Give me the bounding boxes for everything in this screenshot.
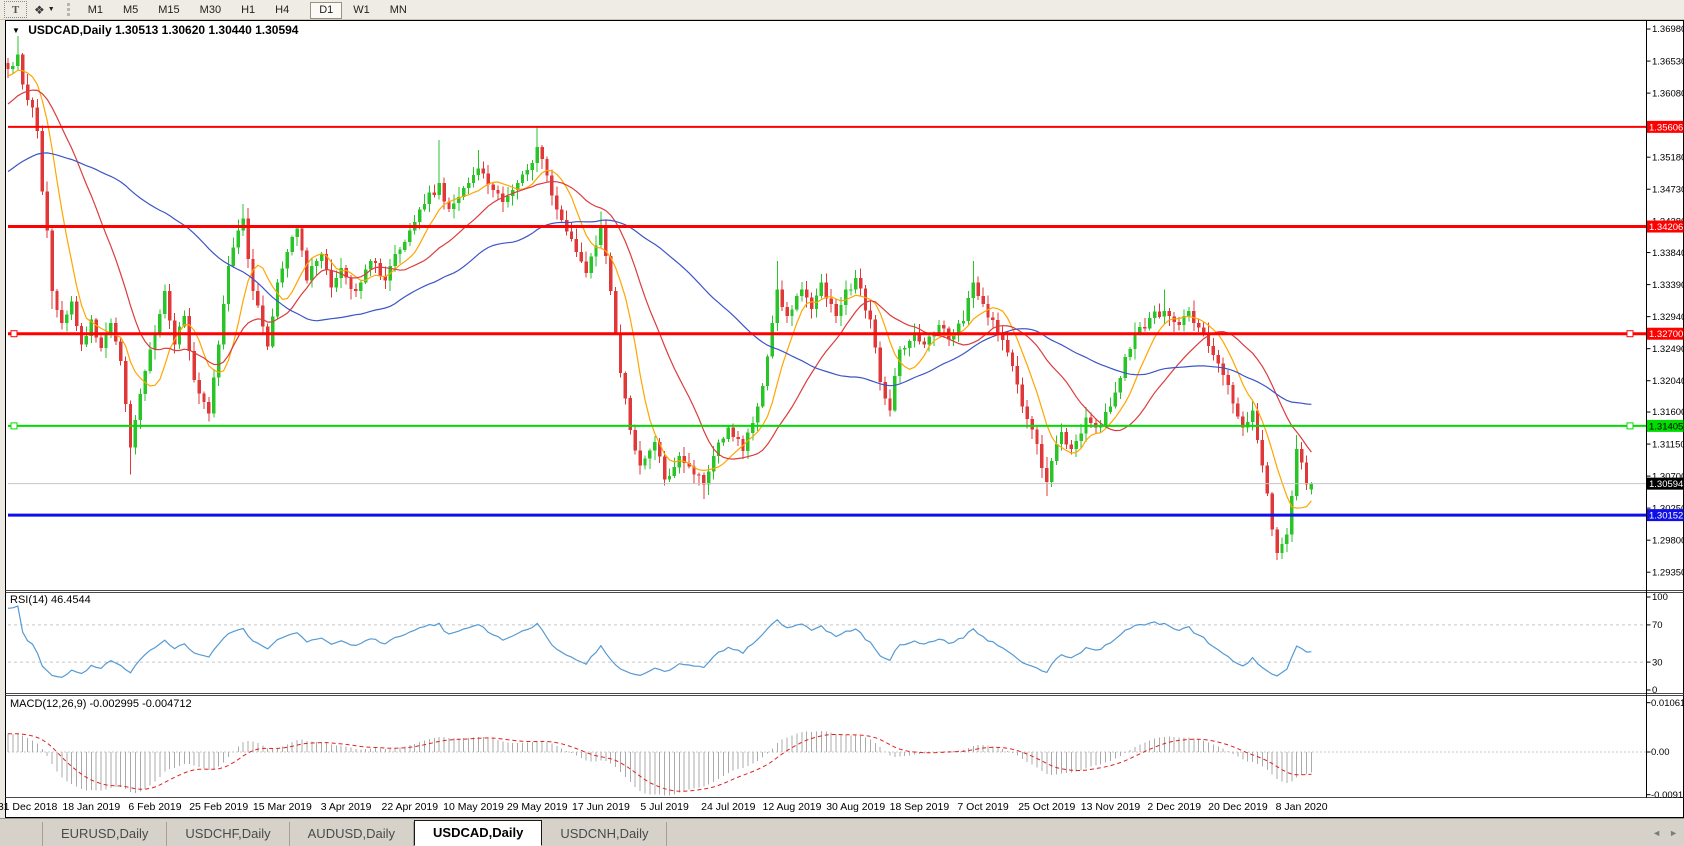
date-label: 13 Nov 2019 <box>1081 801 1141 813</box>
svg-text:1.33840: 1.33840 <box>1652 248 1684 259</box>
svg-text:0.010615: 0.010615 <box>1651 698 1684 709</box>
date-label: 30 Aug 2019 <box>826 801 885 813</box>
date-label: 10 May 2019 <box>443 801 504 813</box>
svg-text:1.29350: 1.29350 <box>1652 567 1684 578</box>
svg-text:1.36080: 1.36080 <box>1652 88 1684 99</box>
macd-indicator-label: MACD(12,26,9) -0.002995 -0.004712 <box>10 698 192 710</box>
svg-text:1.32040: 1.32040 <box>1652 376 1684 387</box>
tab-usdcad[interactable]: USDCAD,Daily <box>414 820 542 846</box>
date-label: 3 Apr 2019 <box>321 801 372 813</box>
svg-text:0: 0 <box>1652 685 1657 696</box>
date-label: 2 Dec 2019 <box>1147 801 1201 813</box>
timeframe-toolbar: M1M5M15M30H1H4 D1W1MN <box>78 0 427 19</box>
timeframe-button-h4[interactable]: H4 <box>266 2 298 19</box>
svg-text:-0.009181: -0.009181 <box>1651 790 1684 801</box>
date-label: 29 May 2019 <box>507 801 568 813</box>
date-label: 31 Dec 2018 <box>0 801 57 813</box>
tab-usdchf[interactable]: USDCHF,Daily <box>167 822 289 846</box>
arrange-windows-button[interactable]: ❖ ▼ <box>31 1 58 18</box>
date-label: 20 Dec 2019 <box>1208 801 1268 813</box>
svg-text:1.34730: 1.34730 <box>1652 184 1684 195</box>
date-label: 15 Mar 2019 <box>253 801 312 813</box>
svg-text:70: 70 <box>1652 620 1663 631</box>
timeframe-button-mn[interactable]: MN <box>381 2 416 19</box>
timeframe-button-m30[interactable]: M30 <box>191 2 230 19</box>
arrange-icon: ❖ <box>34 3 45 17</box>
svg-text:1.33390: 1.33390 <box>1652 280 1684 291</box>
date-label: 25 Feb 2019 <box>189 801 248 813</box>
svg-text:0.00: 0.00 <box>1651 747 1670 758</box>
timeframe-button-d1[interactable]: D1 <box>310 2 342 19</box>
date-label: 18 Sep 2019 <box>890 801 950 813</box>
rsi-indicator-label: RSI(14) 46.4544 <box>10 594 91 606</box>
svg-text:100: 100 <box>1652 592 1668 603</box>
date-label: 18 Jan 2019 <box>62 801 120 813</box>
date-label: 24 Jul 2019 <box>701 801 755 813</box>
date-label: 7 Oct 2019 <box>957 801 1008 813</box>
hline-handle[interactable] <box>11 331 17 337</box>
date-label: 17 Jun 2019 <box>572 801 630 813</box>
hline-handle[interactable] <box>1627 423 1633 429</box>
svg-text:1.31600: 1.31600 <box>1652 407 1684 418</box>
ohlc-values: 1.30513 1.30620 1.30440 1.30594 <box>115 23 299 37</box>
tab-audusd[interactable]: AUDUSD,Daily <box>290 822 414 846</box>
toolbar-grip <box>67 3 73 16</box>
svg-text:1.36530: 1.36530 <box>1652 56 1684 67</box>
price-label-1.35606-text: 1.35606 <box>1649 122 1683 133</box>
timeframe-button-h1[interactable]: H1 <box>232 2 264 19</box>
svg-text:1.35180: 1.35180 <box>1652 152 1684 163</box>
svg-text:1.29800: 1.29800 <box>1652 535 1684 546</box>
dropdown-caret-icon: ▼ <box>48 6 55 13</box>
svg-text:1.36980: 1.36980 <box>1652 24 1684 35</box>
chart-window-frame <box>6 21 1684 818</box>
chart-tab-bar: EURUSD,DailyUSDCHF,DailyAUDUSD,DailyUSDC… <box>0 818 1684 846</box>
timeframe-button-w1[interactable]: W1 <box>344 2 379 19</box>
chart-title: ▼ USDCAD,Daily 1.30513 1.30620 1.30440 1… <box>12 23 298 37</box>
tab-usdcnh[interactable]: USDCNH,Daily <box>542 822 667 846</box>
bid-price-label-text: 1.30594 <box>1649 479 1683 490</box>
main-toolbar: T ❖ ▼ M1M5M15M30H1H4 D1W1MN <box>0 0 1684 20</box>
price-label-1.30152-text: 1.30152 <box>1649 511 1683 522</box>
svg-text:1.31150: 1.31150 <box>1652 439 1684 450</box>
price-chart[interactable]: 1.369801.365301.360801.356301.351801.347… <box>0 0 1684 846</box>
date-label: 22 Apr 2019 <box>381 801 438 813</box>
date-label: 6 Feb 2019 <box>128 801 181 813</box>
tab-scroll-left-button[interactable]: ◄ <box>1652 828 1661 838</box>
date-axis: 31 Dec 2018 18 Jan 2019 6 Feb 2019 25 Feb 2… <box>0 799 1646 816</box>
svg-text:1.32940: 1.32940 <box>1652 312 1684 323</box>
tab-eurusd[interactable]: EURUSD,Daily <box>42 822 167 846</box>
text-tool-button[interactable]: T <box>4 1 27 18</box>
hline-handle[interactable] <box>11 423 17 429</box>
date-label: 25 Oct 2019 <box>1018 801 1075 813</box>
trading-terminal: { "icons": { "collapse_arrow": "▼", "tex… <box>0 0 1684 846</box>
timeframe-button-m15[interactable]: M15 <box>149 2 188 19</box>
hline-handle[interactable] <box>1627 331 1633 337</box>
date-label: 5 Jul 2019 <box>640 801 688 813</box>
price-label-1.34206-text: 1.34206 <box>1649 222 1683 233</box>
price-label-1.31405-text: 1.31405 <box>1649 421 1683 432</box>
collapse-arrow-icon: ▼ <box>12 26 20 35</box>
svg-text:30: 30 <box>1652 657 1663 668</box>
timeframe-button-m5[interactable]: M5 <box>114 2 147 19</box>
symbol-label: USDCAD,Daily <box>28 23 111 37</box>
price-label-1.32700-text: 1.32700 <box>1649 329 1683 340</box>
tab-scroll-right-button[interactable]: ► <box>1669 828 1678 838</box>
timeframe-button-m1[interactable]: M1 <box>79 2 112 19</box>
date-label: 12 Aug 2019 <box>763 801 822 813</box>
date-label: 8 Jan 2020 <box>1276 801 1328 813</box>
svg-text:1.32490: 1.32490 <box>1652 344 1684 355</box>
